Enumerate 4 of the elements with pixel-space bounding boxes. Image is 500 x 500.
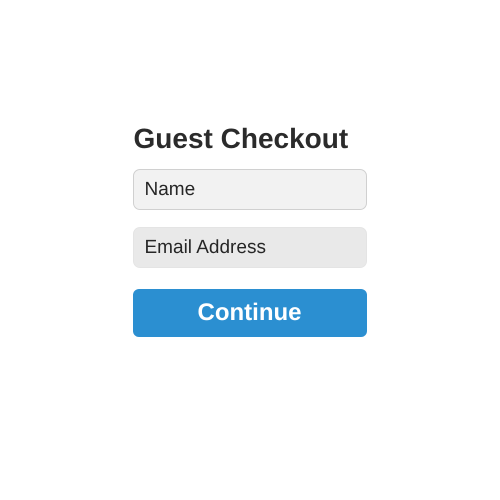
form-title: Guest Checkout <box>134 122 350 156</box>
continue-button[interactable]: Continue <box>132 289 366 337</box>
input-field[interactable]: Name <box>132 169 366 210</box>
input-field[interactable]: Email Address <box>132 227 366 268</box>
